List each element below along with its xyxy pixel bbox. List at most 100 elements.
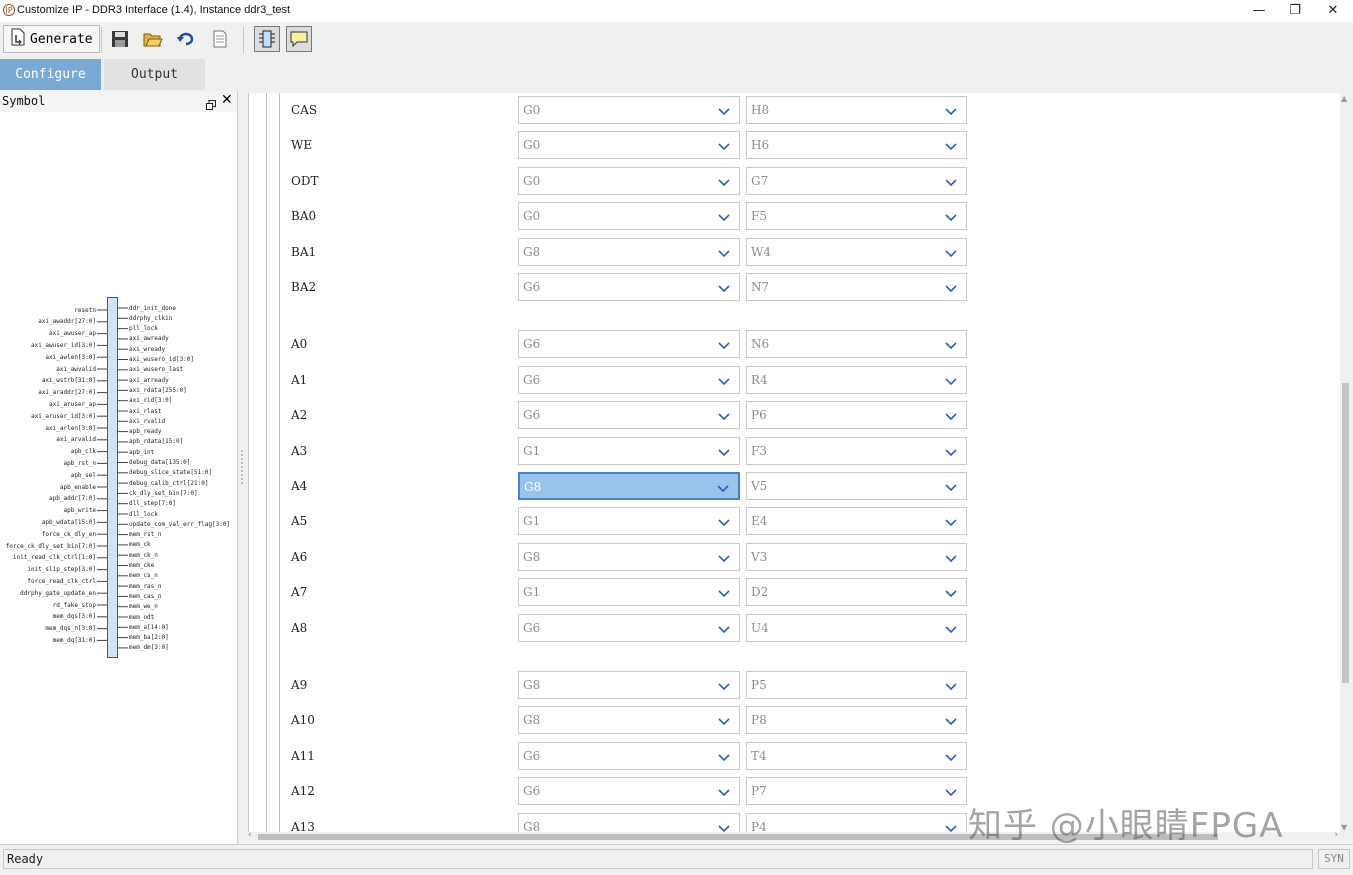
generate-button[interactable]: Generate xyxy=(3,25,100,53)
document-icon[interactable] xyxy=(208,27,232,51)
pin-dropdown[interactable]: V5 xyxy=(746,472,967,500)
symbol-output-port: pll_lock xyxy=(129,325,158,333)
pin-row: A2 G6 P6 xyxy=(249,401,1249,431)
symbol-output-port: mem_we_n xyxy=(129,603,158,611)
pin-row: A0 G6 N6 xyxy=(249,330,1249,360)
bank-dropdown[interactable]: G6 xyxy=(518,777,740,806)
bank-dropdown[interactable]: G8 xyxy=(518,671,740,699)
bank-dropdown[interactable]: G8 xyxy=(518,472,740,500)
chevron-down-icon xyxy=(944,139,958,153)
pin-name-label: A7 xyxy=(291,585,308,600)
pin-dropdown[interactable]: P8 xyxy=(746,706,967,735)
bank-dropdown[interactable]: G0 xyxy=(518,96,740,124)
symbol-output-port: axi_wusero_id[3:0] xyxy=(129,356,195,363)
minimize-button[interactable]: — xyxy=(1245,2,1273,20)
pin-dropdown[interactable]: T4 xyxy=(746,741,967,770)
symbol-output-port: debug_slice_state[51:0] xyxy=(129,469,213,477)
bank-dropdown[interactable]: G0 xyxy=(518,202,740,231)
pin-name-label: A13 xyxy=(291,819,315,833)
bank-dropdown[interactable]: G1 xyxy=(518,436,740,465)
tab-configure[interactable]: Configure xyxy=(0,59,101,90)
bank-dropdown[interactable]: G6 xyxy=(518,365,740,394)
bank-dropdown[interactable]: G8 xyxy=(518,706,740,735)
bank-dropdown[interactable]: G6 xyxy=(518,273,740,301)
panel-splitter[interactable] xyxy=(238,91,246,844)
chevron-down-icon xyxy=(944,374,958,388)
pin-dropdown[interactable]: P5 xyxy=(746,671,967,699)
bank-dropdown[interactable]: G6 xyxy=(518,330,740,359)
chevron-down-icon xyxy=(717,246,731,260)
pin-dropdown[interactable]: P7 xyxy=(746,777,967,806)
symbol-output-port: mem_odt xyxy=(129,613,155,621)
pin-row: BA0 G0 F5 xyxy=(249,202,1249,232)
bank-dropdown-value: G8 xyxy=(523,549,541,564)
chevron-down-icon xyxy=(717,139,731,153)
pin-dropdown[interactable]: R4 xyxy=(746,365,967,394)
chevron-down-icon xyxy=(944,338,958,352)
refresh-icon[interactable] xyxy=(174,27,198,51)
save-icon[interactable] xyxy=(108,27,132,51)
symbol-input-port: axi_araddr[27:0] xyxy=(38,389,96,397)
symbol-input-port: ddrphy_gate_update_en xyxy=(20,589,96,597)
pin-dropdown[interactable]: H8 xyxy=(746,96,967,124)
pin-dropdown[interactable]: P6 xyxy=(746,401,967,430)
symbol-output-port: mem_ck_n xyxy=(129,551,158,559)
symbol-panel: Symbol ✕ resetn axi_awaddr[27:0] axi_awuse… xyxy=(0,91,238,844)
restore-button[interactable]: ❐ xyxy=(1281,2,1309,20)
comment-icon[interactable] xyxy=(286,26,312,52)
pin-dropdown-value: P8 xyxy=(751,713,767,728)
symbol-input-port: apb_rst_n xyxy=(63,459,96,467)
close-button[interactable]: ✕ xyxy=(1319,2,1347,20)
pin-dropdown[interactable]: N6 xyxy=(746,330,967,359)
pin-dropdown[interactable]: V3 xyxy=(746,542,967,571)
pin-dropdown[interactable]: N7 xyxy=(746,273,967,301)
pin-dropdown-value: V3 xyxy=(751,549,768,564)
symbol-input-port: axi_arlen[3:0] xyxy=(45,424,96,432)
pin-dropdown[interactable]: G7 xyxy=(746,166,967,195)
bank-dropdown[interactable]: G1 xyxy=(518,507,740,536)
symbol-output-port: ck_dly_set_bin[7:0] xyxy=(129,489,198,497)
vertical-scroll-thumb[interactable] xyxy=(1342,383,1349,683)
generate-label: Generate xyxy=(30,31,93,47)
pin-dropdown[interactable]: E4 xyxy=(746,507,967,536)
symbol-input-port: mem_dqs[3:0] xyxy=(52,613,96,621)
pin-dropdown[interactable]: P4 xyxy=(746,812,967,833)
symbol-output-port: axi_rlast xyxy=(129,407,162,415)
symbol-input-port: mem_dq[31:0] xyxy=(52,636,96,644)
bank-dropdown-value: G0 xyxy=(523,138,541,153)
chip-view-icon[interactable] xyxy=(254,26,280,52)
vertical-scrollbar[interactable]: ▲ ▼ xyxy=(1340,93,1351,833)
pin-dropdown[interactable]: F5 xyxy=(746,202,967,231)
pin-dropdown[interactable]: H6 xyxy=(746,131,967,160)
chevron-down-icon xyxy=(717,338,731,352)
bank-dropdown[interactable]: G0 xyxy=(518,131,740,160)
bank-dropdown[interactable]: G1 xyxy=(518,578,740,607)
bank-dropdown[interactable]: G8 xyxy=(518,812,740,833)
pin-dropdown-value: V5 xyxy=(751,479,768,493)
pin-dropdown-value: P7 xyxy=(751,784,767,799)
chevron-down-icon xyxy=(717,104,731,118)
chevron-down-icon xyxy=(717,175,731,189)
chevron-down-icon xyxy=(944,281,958,295)
pin-dropdown[interactable]: U4 xyxy=(746,613,967,642)
bank-dropdown[interactable]: G8 xyxy=(518,237,740,266)
tab-output[interactable]: Output xyxy=(104,59,205,90)
bank-dropdown[interactable]: G6 xyxy=(518,401,740,430)
bank-dropdown[interactable]: G6 xyxy=(518,613,740,642)
bank-dropdown[interactable]: G8 xyxy=(518,542,740,571)
pin-name-label: A10 xyxy=(291,713,315,728)
pin-name-label: A0 xyxy=(291,337,308,352)
symbol-input-port: apb_sel xyxy=(70,471,96,479)
pin-dropdown-value: W4 xyxy=(751,244,771,259)
pin-dropdown-value: N7 xyxy=(751,280,770,294)
symbol-output-port: apb_int xyxy=(129,448,155,456)
pin-dropdown[interactable]: D2 xyxy=(746,578,967,607)
pin-dropdown[interactable]: W4 xyxy=(746,237,967,266)
open-folder-icon[interactable] xyxy=(141,27,165,51)
pin-name-label: A6 xyxy=(291,549,308,564)
chevron-down-icon xyxy=(717,210,731,224)
bank-dropdown[interactable]: G6 xyxy=(518,741,740,770)
bank-dropdown[interactable]: G0 xyxy=(518,166,740,195)
pin-dropdown[interactable]: F3 xyxy=(746,436,967,465)
chevron-down-icon xyxy=(717,445,731,459)
